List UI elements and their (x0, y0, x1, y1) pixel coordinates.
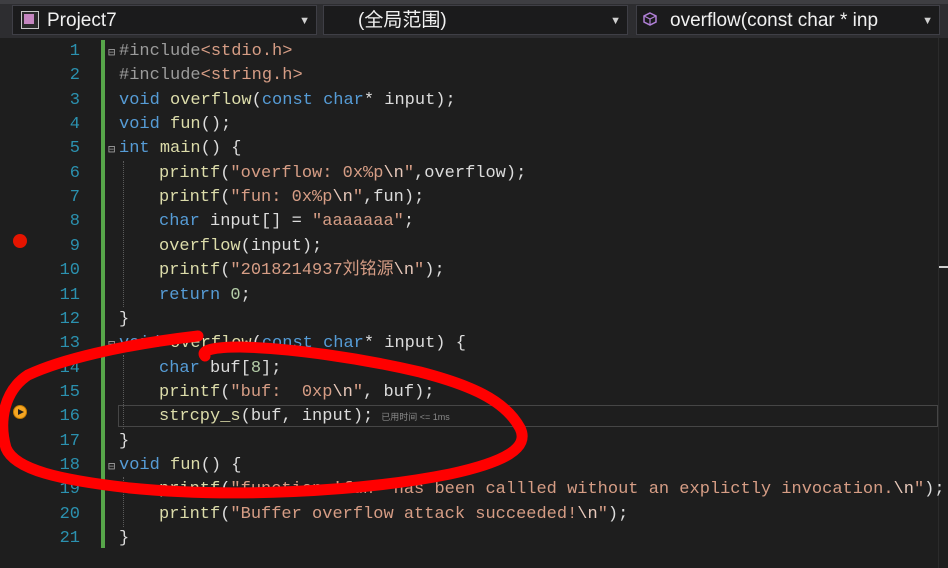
code-line[interactable]: 11 return 0; (0, 284, 948, 308)
chevron-down-icon[interactable]: ▼ (299, 6, 310, 36)
code-text: #include<stdio.h> (119, 42, 293, 61)
code-text: char input[] = "aaaaaaa"; (159, 212, 415, 232)
code-line[interactable]: 8 char input[] = "aaaaaaa"; (0, 210, 948, 234)
member-label: overflow(const char * inp (670, 10, 879, 31)
line-number: 18 (59, 455, 80, 475)
line-number: 20 (59, 504, 80, 524)
scope-dropdown[interactable]: (全局范围) ▼ (323, 5, 628, 35)
project-dropdown[interactable]: Project7 ▼ (12, 5, 317, 35)
code-text: printf("buf: 0xp\n", buf); (159, 382, 435, 402)
project-icon (21, 11, 39, 29)
code-line[interactable]: 19 printf("function 'fun' has been callle… (0, 478, 948, 502)
code-line[interactable]: 7 printf("fun: 0x%p\n",fun); (0, 186, 948, 210)
line-number: 15 (59, 382, 80, 402)
code-text: } (119, 309, 130, 329)
member-dropdown[interactable]: overflow(const char * inp ▼ (636, 5, 940, 35)
code-line[interactable]: 16 strcpy_s(buf, input); 已用时间 <= 1ms (0, 405, 948, 429)
code-text: void fun() { (119, 455, 242, 475)
cube-icon (643, 12, 657, 26)
code-text: printf("fun: 0x%p\n",fun); (159, 188, 425, 208)
line-number: 17 (59, 431, 80, 451)
code-text: char buf[8]; (159, 358, 282, 378)
collapse-icon[interactable]: ⊟ (108, 459, 115, 474)
code-line[interactable]: 21} (0, 527, 948, 551)
code-line[interactable]: 12} (0, 308, 948, 332)
code-line[interactable]: 9 overflow(input); (0, 235, 948, 259)
line-number: 5 (69, 139, 80, 159)
code-line[interactable]: 20 printf("Buffer overflow attack succeed… (0, 503, 948, 527)
code-line[interactable]: 3 void overflow(const char* input); (0, 89, 948, 113)
chevron-down-icon[interactable]: ▼ (610, 6, 621, 36)
code-text: void overflow(const char* input); (119, 90, 456, 110)
code-text: printf("2018214937刘铭源\n"); (159, 261, 445, 281)
collapse-icon[interactable]: ⊟ (108, 337, 115, 352)
navigation-bar: Project7 ▼ (全局范围) ▼ overflow(const char … (0, 0, 948, 38)
code-line[interactable]: 14 char buf[8]; (0, 357, 948, 381)
line-number: 14 (59, 358, 80, 378)
line-number: 21 (59, 529, 80, 548)
code-text: } (119, 529, 130, 548)
line-number: 10 (59, 261, 80, 281)
code-text: } (119, 431, 130, 451)
line-number: 19 (59, 480, 80, 500)
line-number: 1 (69, 42, 80, 61)
code-text: overflow(input); (159, 236, 323, 256)
line-number: 16 (59, 407, 80, 427)
code-text: void fun(); (119, 115, 232, 135)
line-number: 13 (59, 334, 80, 354)
code-line[interactable]: 5 ⊟ int main() { (0, 137, 948, 161)
code-text: #include<string.h> (119, 66, 303, 86)
code-line[interactable]: 4 void fun(); (0, 113, 948, 137)
code-line[interactable]: 2 #include<string.h> (0, 64, 948, 88)
code-line[interactable]: 13 ⊟ void overflow(const char* input) { (0, 332, 948, 356)
line-number: 3 (69, 90, 80, 110)
code-line[interactable]: 15 printf("buf: 0xp\n", buf); (0, 381, 948, 405)
scope-label: (全局范围) (358, 10, 447, 31)
collapse-icon[interactable]: ⊟ (108, 45, 115, 60)
code-text: printf("function 'fun' has been callled … (159, 480, 945, 500)
code-text: printf("overflow: 0x%p\n",overflow); (159, 163, 527, 183)
line-number: 9 (69, 236, 80, 256)
code-line[interactable]: 10 printf("2018214937刘铭源\n"); (0, 259, 948, 283)
code-text: void overflow(const char* input) { (119, 334, 466, 354)
code-line[interactable]: 18 ⊟ void fun() { (0, 454, 948, 478)
line-number: 11 (59, 285, 80, 305)
code-text: strcpy_s(buf, input); 已用时间 <= 1ms (159, 407, 450, 427)
code-line[interactable]: 17} (0, 430, 948, 454)
code-text: printf("Buffer overflow attack succeeded… (159, 504, 629, 524)
line-number: 7 (69, 188, 80, 208)
project-label: Project7 (47, 10, 117, 31)
tab-strip-edge (0, 0, 948, 4)
line-number: 6 (69, 163, 80, 183)
line-number: 12 (59, 309, 80, 329)
line-number: 8 (69, 212, 80, 232)
code-line[interactable]: 1 ⊟ #include<stdio.h> (0, 40, 948, 64)
code-text: int main() { (119, 139, 242, 159)
code-text: return 0; (159, 285, 251, 305)
collapse-icon[interactable]: ⊟ (108, 142, 115, 157)
line-number: 2 (69, 66, 80, 86)
chevron-down-icon[interactable]: ▼ (922, 6, 933, 34)
line-number: 4 (69, 115, 80, 135)
code-line[interactable]: 6 printf("overflow: 0x%p\n",overflow); (0, 162, 948, 186)
elapsed-time-hint: 已用时间 <= 1ms (381, 412, 450, 423)
